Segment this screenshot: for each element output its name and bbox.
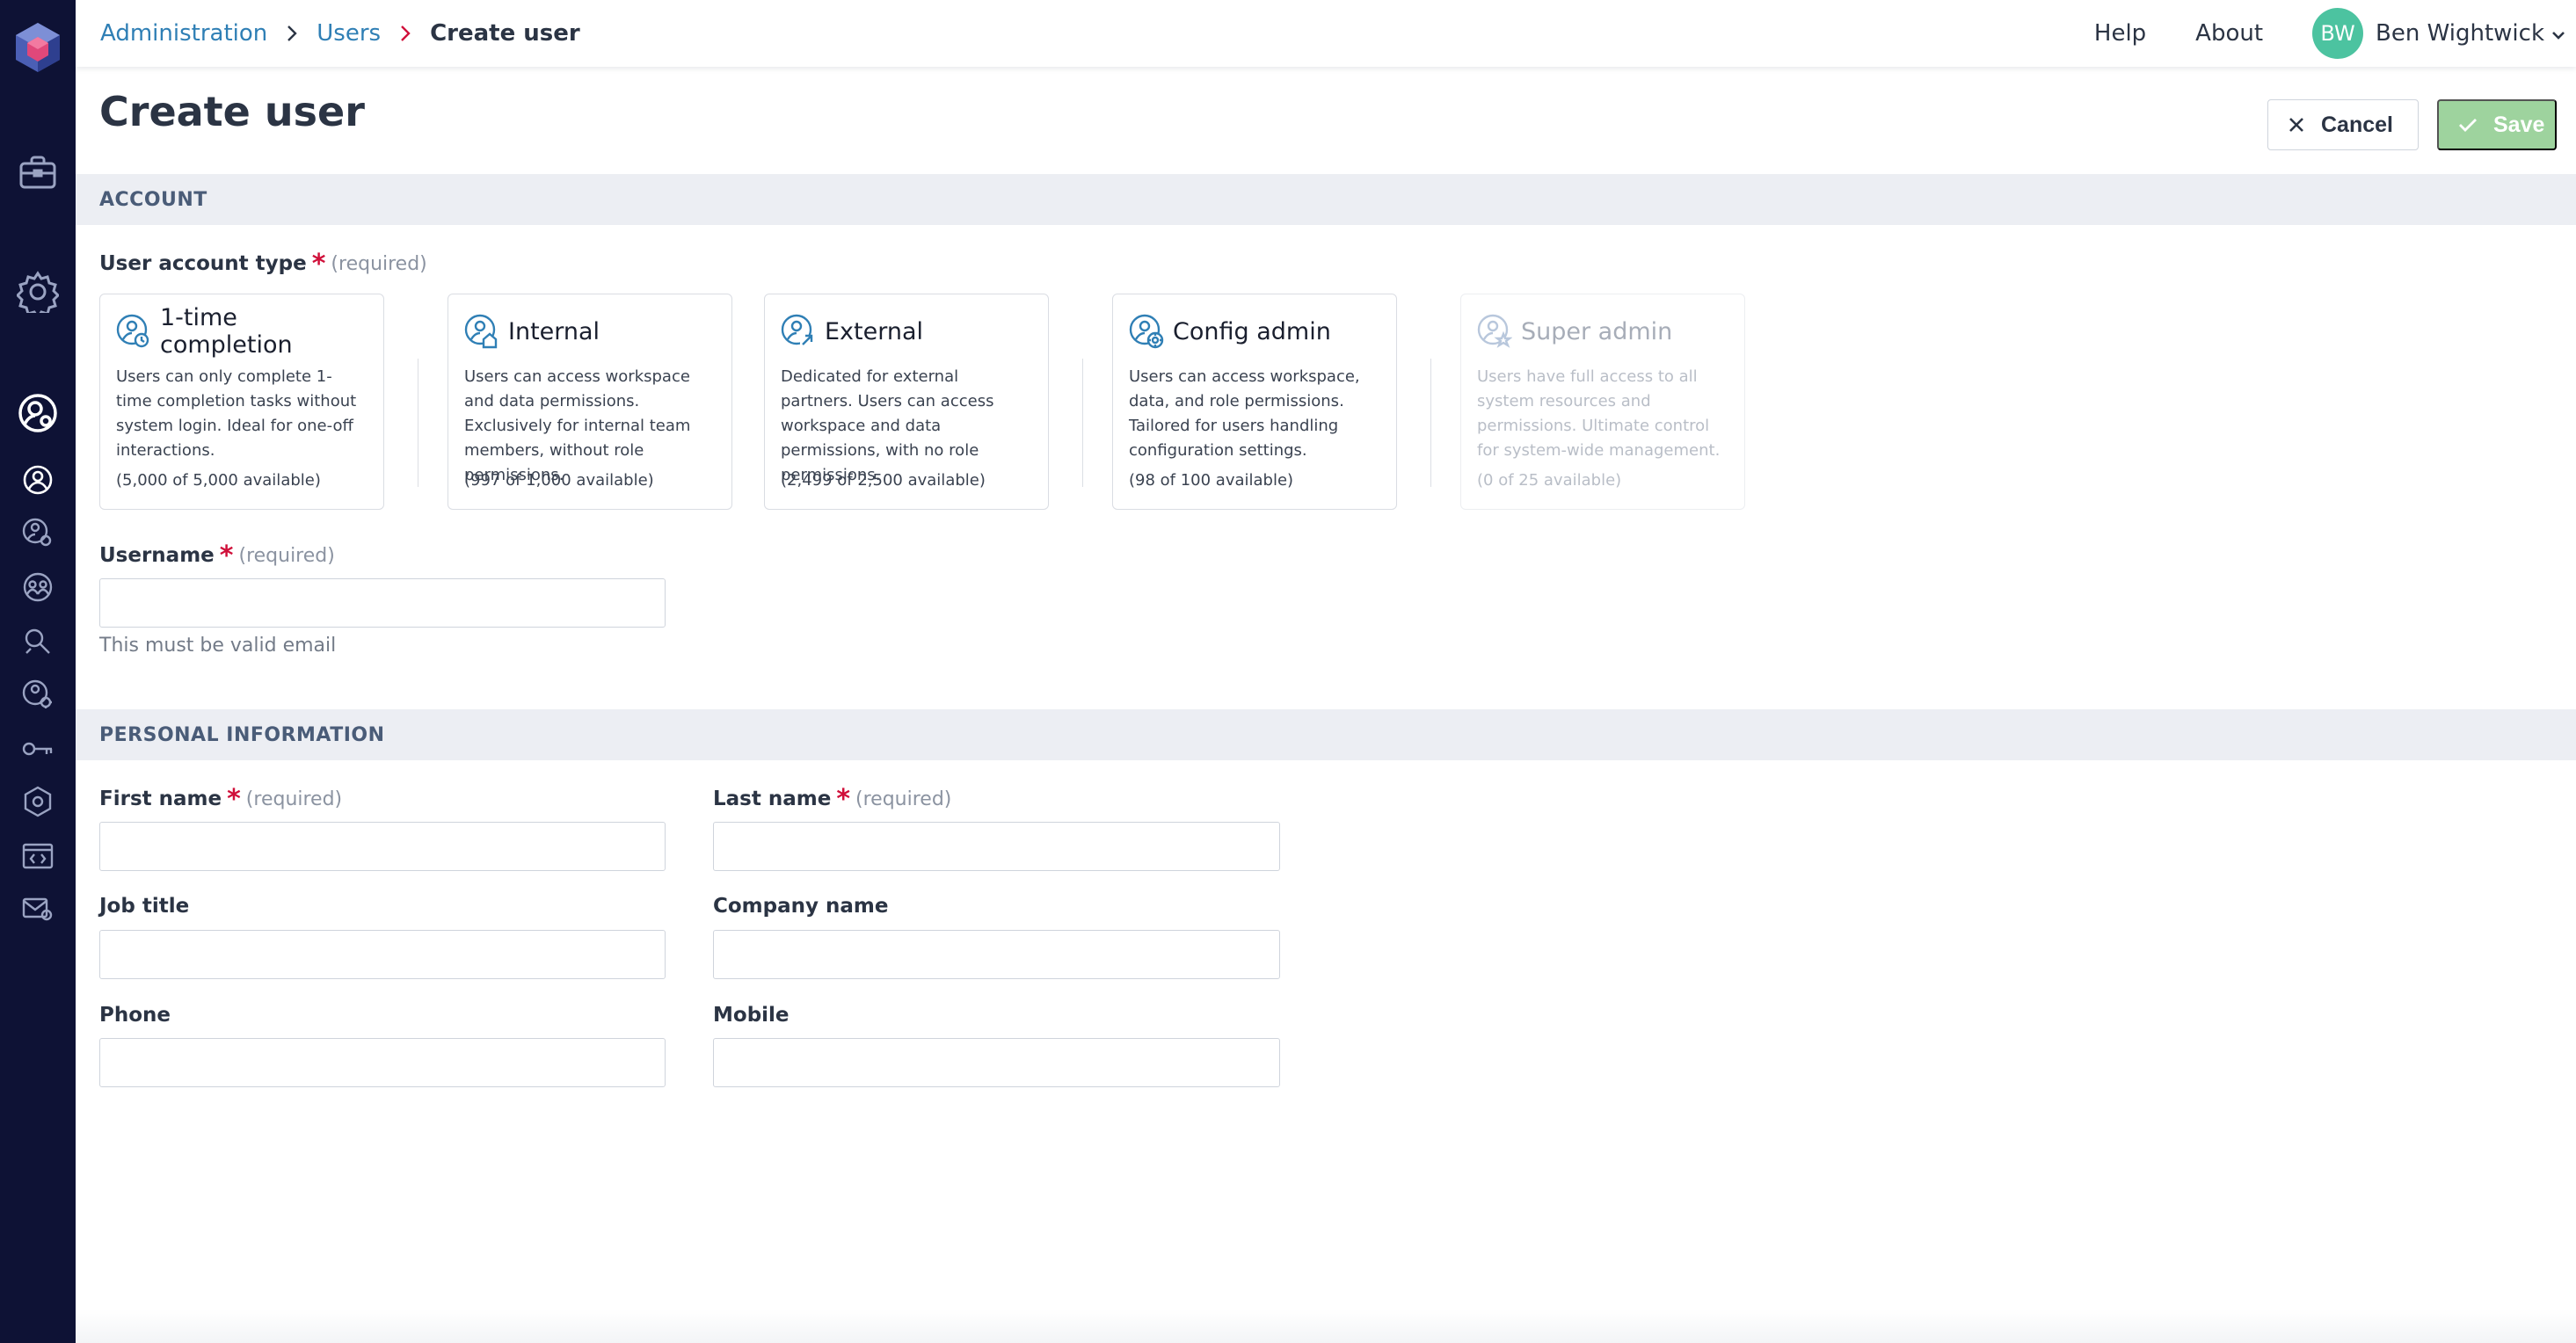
user-settings-icon[interactable]: [0, 677, 76, 712]
last-name-label: Last name * (required): [713, 784, 952, 815]
breadcrumb-administration[interactable]: Administration: [100, 20, 267, 47]
check-icon: [2459, 119, 2477, 132]
first-name-input[interactable]: [99, 822, 666, 871]
card-description: Users can access workspace, data, and ro…: [1129, 367, 1360, 460]
about-link[interactable]: About: [2195, 20, 2263, 47]
chevron-down-icon[interactable]: [2551, 20, 2565, 47]
code-window-icon[interactable]: [0, 838, 76, 874]
bottom-shade: [76, 1310, 2576, 1343]
user-admin-icon[interactable]: [0, 390, 76, 436]
sidebar: [0, 0, 76, 1343]
groups-icon[interactable]: [0, 570, 76, 605]
first-name-label: First name * (required): [99, 784, 343, 815]
card-title: External: [825, 317, 924, 345]
user-icon[interactable]: [0, 462, 76, 497]
breadcrumb-users[interactable]: Users: [317, 20, 381, 47]
card-description: Dedicated for external partners. Users c…: [781, 367, 994, 484]
top-bar: Administration Users Create user Help Ab…: [76, 0, 2576, 67]
account-type-card-1-time[interactable]: 1-time completion Users can only complet…: [99, 294, 384, 510]
chevron-right-icon: [287, 25, 297, 42]
cancel-button[interactable]: Cancel: [2267, 99, 2419, 150]
avatar[interactable]: BW: [2312, 8, 2364, 59]
card-divider: [1430, 359, 1431, 487]
mobile-input[interactable]: [713, 1038, 1280, 1087]
card-title: Config admin: [1173, 317, 1331, 345]
card-title: Internal: [508, 317, 600, 345]
phone-label: Phone: [99, 1004, 171, 1027]
save-button[interactable]: Save: [2437, 99, 2557, 150]
app-logo-icon[interactable]: [0, 16, 76, 79]
security-shield-icon[interactable]: [0, 784, 76, 819]
close-icon: [2289, 118, 2303, 132]
last-name-input[interactable]: [713, 822, 1280, 871]
settings-icon[interactable]: [0, 269, 76, 315]
cancel-button-label: Cancel: [2321, 112, 2393, 137]
user-star-icon: [1477, 314, 1512, 349]
card-divider: [1082, 359, 1083, 487]
account-type-card-config-admin[interactable]: Config admin Users can access workspace,…: [1112, 294, 1397, 510]
section-personal-information: PERSONAL INFORMATION: [76, 709, 2576, 760]
page-title: Create user: [99, 88, 365, 135]
card-description: Users can only complete 1-time completio…: [116, 367, 357, 460]
card-title: 1-time completion: [160, 304, 293, 359]
company-name-input[interactable]: [713, 930, 1280, 979]
company-name-label: Company name: [713, 895, 889, 918]
account-type-card-external[interactable]: External Dedicated for external partners…: [764, 294, 1049, 510]
job-title-label: Job title: [99, 895, 190, 918]
phone-input[interactable]: [99, 1038, 666, 1087]
card-availability: (997 of 1,000 available): [464, 471, 654, 490]
card-title: Super admin: [1521, 317, 1673, 345]
card-availability: (5,000 of 5,000 available): [116, 471, 321, 490]
search-permission-icon[interactable]: [0, 624, 76, 659]
username-input[interactable]: [99, 578, 666, 628]
card-description: Users can access workspace and data perm…: [464, 367, 691, 484]
breadcrumb-current: Create user: [430, 20, 580, 47]
chevron-right-icon: [400, 25, 411, 42]
card-availability: (2,499 of 2,500 available): [781, 471, 986, 490]
card-availability: (0 of 25 available): [1477, 471, 1622, 490]
user-external-icon: [781, 314, 816, 349]
account-type-card-super-admin: Super admin Users have full access to al…: [1460, 294, 1745, 510]
user-name[interactable]: Ben Wightwick: [2376, 20, 2544, 47]
breadcrumb: Administration Users Create user: [100, 0, 580, 67]
card-description: Users have full access to all system res…: [1477, 367, 1721, 460]
save-button-label: Save: [2493, 112, 2545, 137]
mobile-label: Mobile: [713, 1004, 790, 1027]
username-hint: This must be valid email: [99, 635, 337, 657]
briefcase-icon[interactable]: [0, 151, 76, 193]
top-right-nav: Help About BW Ben Wightwick: [2094, 0, 2565, 67]
help-link[interactable]: Help: [2094, 20, 2146, 47]
card-availability: (98 of 100 available): [1129, 471, 1294, 490]
mail-settings-icon[interactable]: [0, 891, 76, 926]
key-icon[interactable]: [0, 731, 76, 766]
job-title-input[interactable]: [99, 930, 666, 979]
section-account: ACCOUNT: [76, 174, 2576, 225]
user-gear-icon: [1129, 314, 1164, 349]
user-home-icon: [464, 314, 499, 349]
account-type-label: User account type * (required): [99, 249, 427, 279]
username-label: Username * (required): [99, 541, 335, 571]
user-permission-icon[interactable]: [0, 515, 76, 550]
user-clock-icon: [116, 314, 151, 349]
account-type-card-internal[interactable]: Internal Users can access workspace and …: [448, 294, 732, 510]
